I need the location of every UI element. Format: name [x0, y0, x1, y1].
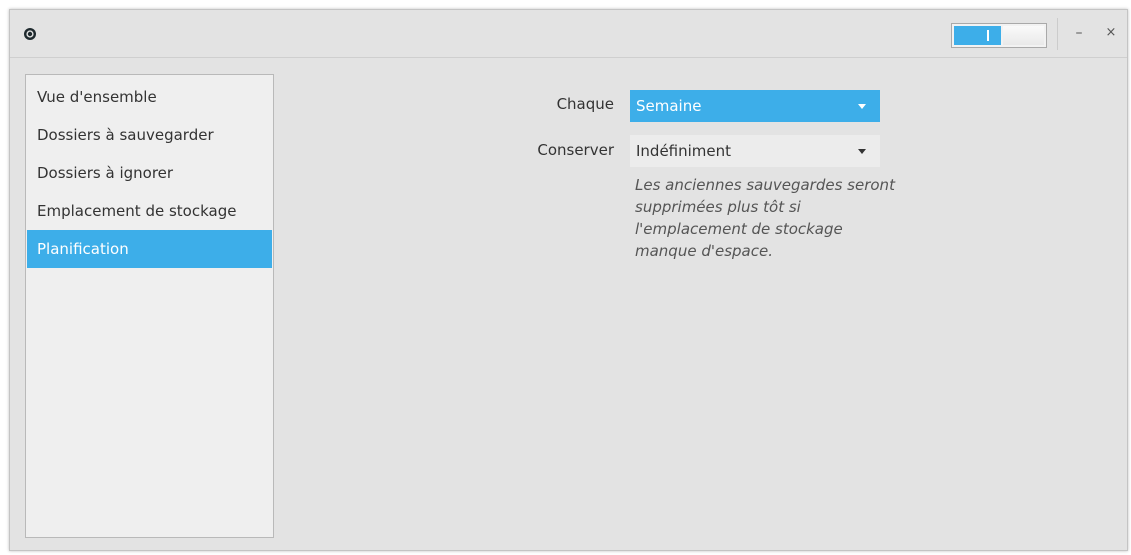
chevron-down-icon — [858, 104, 866, 109]
retention-help-text: Les anciennes sauvegardes seront supprim… — [635, 176, 895, 260]
sidebar-item-folders-to-ignore[interactable]: Dossiers à ignorer — [27, 154, 272, 192]
every-select[interactable]: Semaine — [630, 90, 880, 122]
chevron-down-icon — [858, 149, 866, 154]
toggle-on-mark — [987, 30, 989, 41]
sidebar: Vue d'ensemble Dossiers à sauvegarder Do… — [25, 74, 274, 538]
keep-select[interactable]: Indéfiniment — [630, 135, 880, 167]
mode-toggle-switch[interactable] — [951, 23, 1047, 48]
title-bar[interactable]: – × — [10, 10, 1127, 58]
titlebar-divider — [1057, 18, 1058, 50]
target-dot-icon — [24, 28, 36, 40]
minimize-button[interactable]: – — [1068, 22, 1090, 44]
every-label: Chaque — [556, 95, 614, 113]
keep-label: Conserver — [537, 141, 614, 159]
sidebar-item-storage-location[interactable]: Emplacement de stockage — [27, 192, 272, 230]
sidebar-item-overview[interactable]: Vue d'ensemble — [27, 78, 272, 116]
toggle-on-track — [954, 26, 1001, 45]
every-select-value: Semaine — [636, 97, 702, 115]
toggle-knob[interactable] — [1003, 26, 1044, 45]
settings-window: – × Vue d'ensemble Dossiers à sauvegarde… — [9, 9, 1128, 551]
keep-select-value: Indéfiniment — [636, 142, 732, 160]
close-button[interactable]: × — [1100, 22, 1122, 44]
sidebar-item-folders-to-backup[interactable]: Dossiers à sauvegarder — [27, 116, 272, 154]
sidebar-item-schedule[interactable]: Planification — [27, 230, 272, 268]
